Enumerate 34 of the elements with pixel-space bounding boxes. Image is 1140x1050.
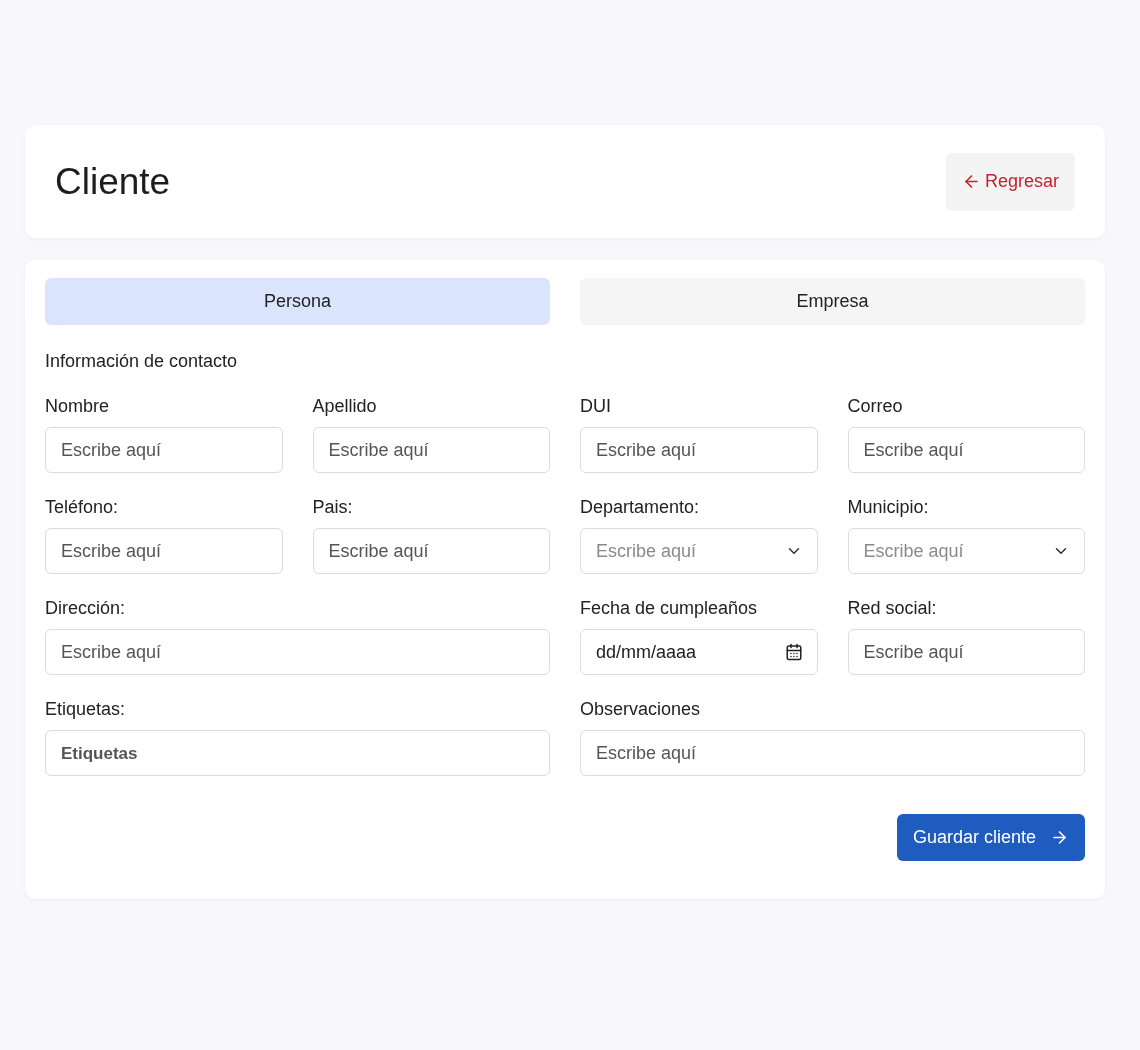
input-field[interactable]: Escribe aquí [847, 427, 1085, 473]
select-field[interactable]: Escribe aquí [580, 528, 818, 574]
back-button[interactable]: Regresar [945, 152, 1075, 211]
tags-field[interactable]: Etiquetas [45, 730, 550, 776]
input-field[interactable]: Escribe aquí [580, 730, 1085, 776]
field-label: Observaciones [580, 699, 702, 720]
field-label: DUI [580, 396, 612, 417]
input-field[interactable]: Escribe aquí [580, 427, 818, 473]
arrow-right-icon [1050, 828, 1069, 847]
field-label: Municipio: [847, 497, 930, 518]
input-field[interactable]: Escribe aquí [312, 427, 550, 473]
field-label: Pais: [312, 497, 354, 518]
field-label: Departamento: [580, 497, 701, 518]
field-label: Nombre [45, 396, 111, 417]
input-field[interactable]: Escribe aquí [45, 427, 283, 473]
tab[interactable]: Persona [45, 278, 550, 325]
page-title: Cliente [55, 160, 171, 203]
field-label: Dirección: [45, 598, 127, 619]
calendar-icon[interactable] [784, 643, 803, 661]
input-field[interactable]: Escribe aquí [312, 528, 550, 574]
date-field[interactable]: dd/mm/aaaa [580, 629, 818, 675]
select-field[interactable]: Escribe aquí [847, 528, 1085, 574]
input-field[interactable]: Escribe aquí [847, 629, 1085, 675]
input-field[interactable]: Escribe aquí [45, 629, 550, 675]
field-label: Fecha de cumpleaños [580, 598, 759, 619]
field-label: Apellido [312, 396, 378, 417]
save-button[interactable]: Guardar cliente [896, 814, 1085, 861]
field-label: Teléfono: [45, 497, 120, 518]
field-label: Red social: [847, 598, 938, 619]
field-label: Correo [847, 396, 904, 417]
input-field[interactable]: Escribe aquí [45, 528, 283, 574]
tab[interactable]: Empresa [580, 278, 1085, 325]
field-label: Etiquetas: [45, 699, 127, 720]
section-title: Información de contacto [45, 351, 239, 372]
